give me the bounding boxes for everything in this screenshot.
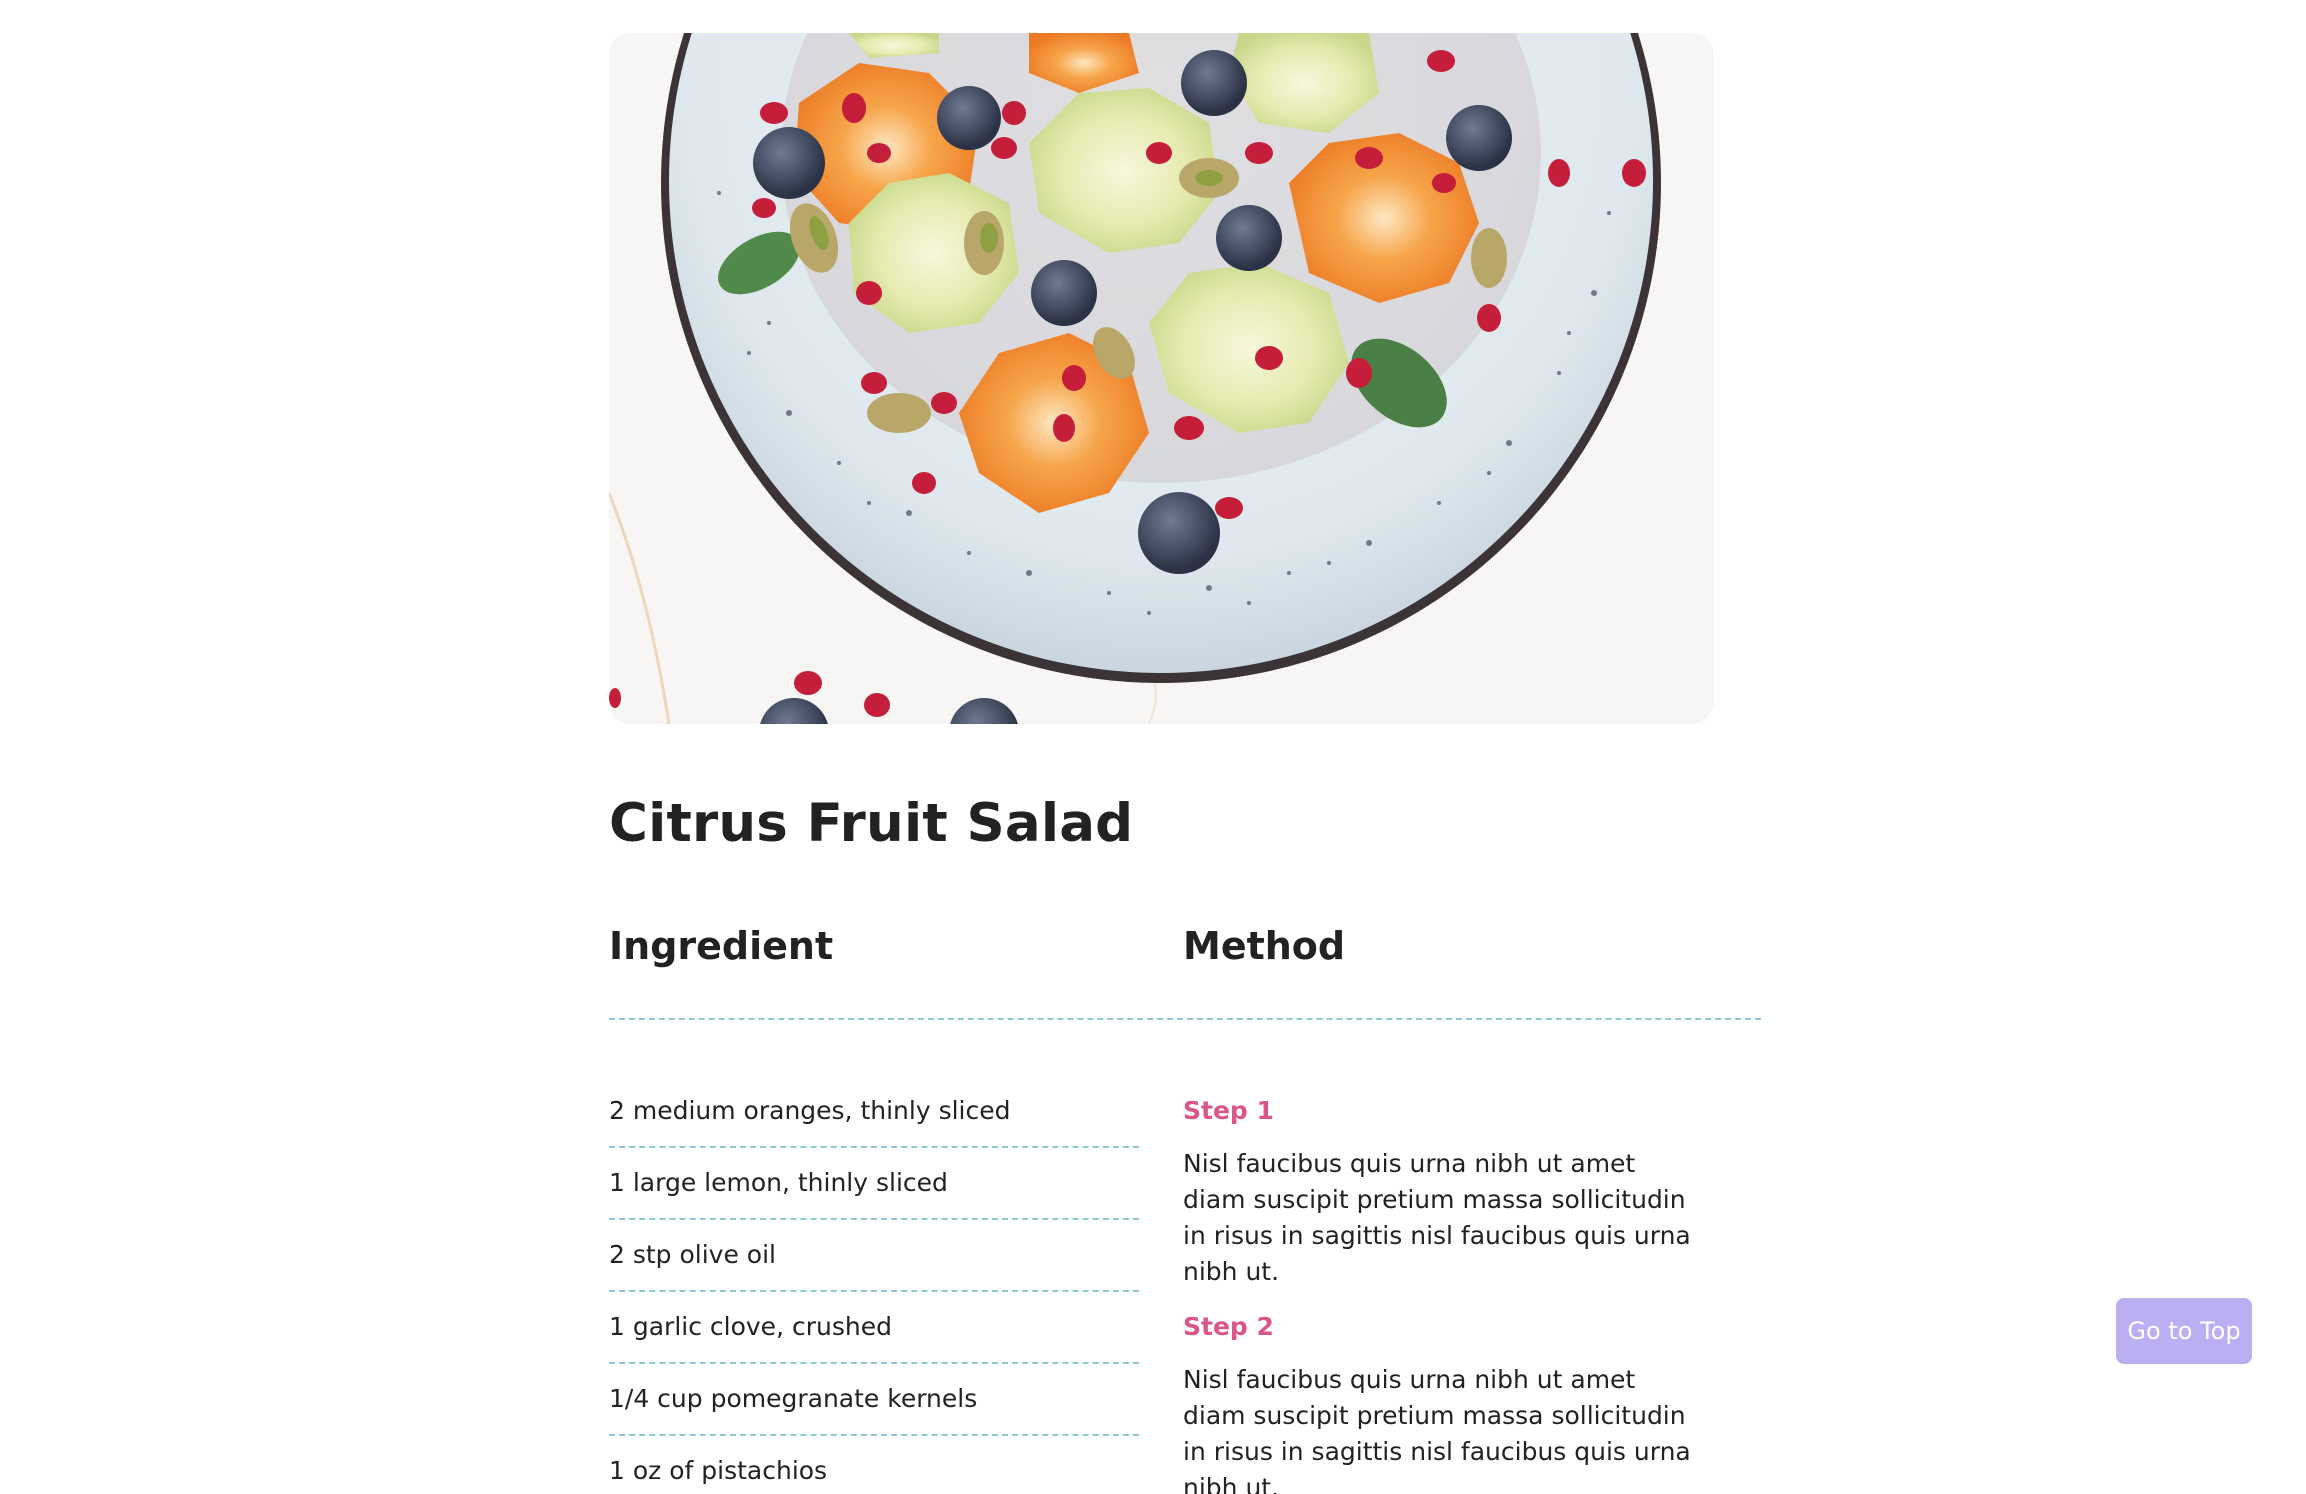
method-heading: Method (1183, 924, 1346, 968)
method-step: Step 2 Nisl faucibus quis urna nibh ut a… (1183, 1304, 1703, 1494)
step-text: Nisl faucibus quis urna nibh ut amet dia… (1183, 1365, 1691, 1494)
ingredient-list: 2 medium oranges, thinly sliced 1 large … (609, 1076, 1139, 1494)
recipe-hero-image (609, 33, 1714, 724)
ingredient-item: 1 large lemon, thinly sliced (609, 1148, 1139, 1220)
method-step: Step 1 Nisl faucibus quis urna nibh ut a… (1183, 1088, 1703, 1290)
ingredient-item: 1/4 cup pomegranate kernels (609, 1364, 1139, 1436)
recipe-page: Citrus Fruit Salad Ingredient Method 2 m… (0, 0, 2306, 1494)
ingredient-item: 1 oz of pistachios (609, 1456, 828, 1485)
go-to-top-button[interactable]: Go to Top (2116, 1298, 2252, 1364)
step-title: Step 2 (1183, 1312, 1274, 1341)
step-text: Nisl faucibus quis urna nibh ut amet dia… (1183, 1149, 1691, 1286)
step-title: Step 1 (1183, 1096, 1274, 1125)
ingredient-item: 1 garlic clove, crushed (609, 1292, 1139, 1364)
fruit-salad-illustration (609, 33, 1714, 724)
section-divider (609, 1018, 1761, 1020)
recipe-title: Citrus Fruit Salad (609, 793, 1134, 854)
ingredient-item: 2 stp olive oil (609, 1220, 1139, 1292)
ingredient-item: 2 medium oranges, thinly sliced (609, 1076, 1139, 1148)
ingredient-heading: Ingredient (609, 924, 834, 968)
method-steps: Step 1 Nisl faucibus quis urna nibh ut a… (1183, 1088, 1703, 1494)
